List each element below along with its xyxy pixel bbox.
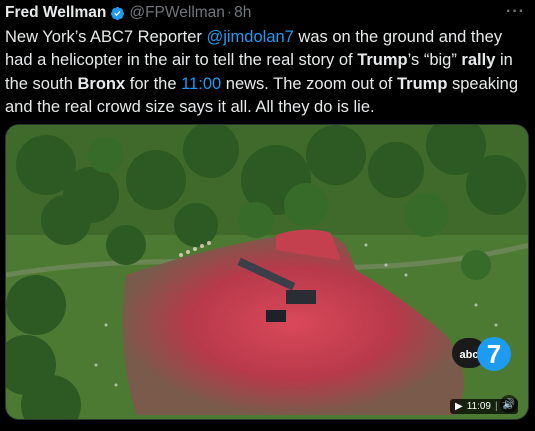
tweet-text-segment: New York’s ABC7 Reporter [5,28,207,46]
video-player[interactable]: abc 7 ▶ 11:09 | 75 🔊 [5,124,529,420]
bold-keyword: Trump [396,74,448,93]
header-separator: · [226,4,233,21]
bold-keyword: Trump [357,51,408,70]
tweet-header: Fred Wellman @FPWellman · 8h [5,3,251,23]
author-handle[interactable]: @FPWellman [129,4,225,22]
verified-badge-icon [111,6,125,20]
tweet-text-segment: for the [125,74,182,93]
aerial-rally-image [6,125,528,419]
tweet-time[interactable]: 8h [234,4,251,22]
bold-keyword: rally [461,51,496,70]
bold-keyword: Bronx [77,74,126,93]
tweet-card[interactable]: Fred Wellman @FPWellman · 8h ··· New Yor… [0,0,535,431]
divider: | [495,401,498,412]
play-icon[interactable]: ▶ [455,401,463,412]
tweet-text-segment: ’s “big” [407,51,462,70]
speaker-icon[interactable]: 🔊 [500,395,518,413]
author-name[interactable]: Fred Wellman [5,4,106,22]
tweet-text: New York’s ABC7 Reporter @jimdolan7 was … [5,26,530,119]
abc7-logo-icon: abc 7 [452,337,511,371]
more-options-icon[interactable]: ··· [506,3,525,21]
channel-logo-text: abc [460,349,479,361]
channel-number: 7 [487,339,501,369]
time-link[interactable]: 11:00 [181,75,221,93]
tweet-text-segment: news. The zoom out of [221,74,397,93]
video-time: 11:09 [466,401,491,412]
mention-link[interactable]: @jimdolan7 [206,28,293,46]
